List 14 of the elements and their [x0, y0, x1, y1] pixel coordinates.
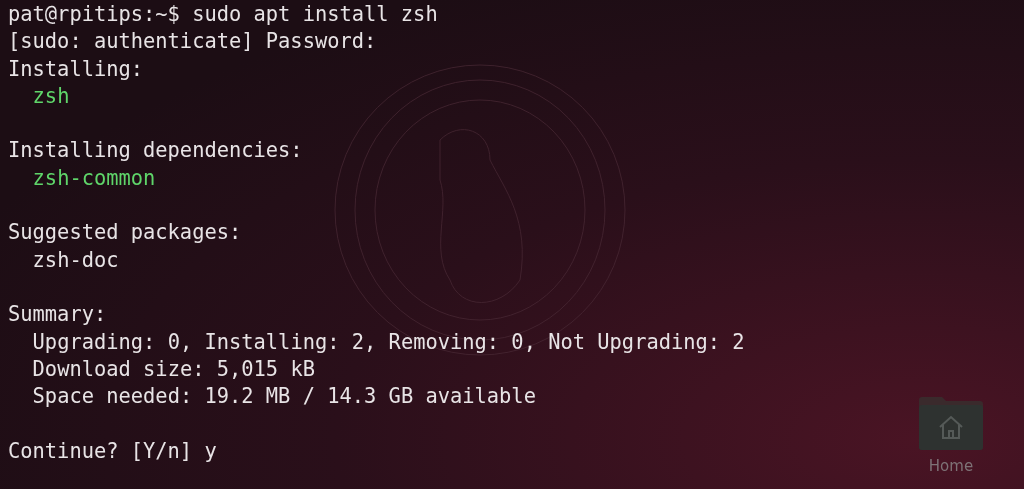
terminal-line: zsh-common: [32, 164, 156, 192]
terminal-line: [sudo: authenticate] Password:: [8, 28, 377, 56]
terminal-line: Continue? [Y/n] y: [8, 437, 217, 465]
icon-label: Home: [928, 457, 974, 475]
terminal-line: Installing dependencies:: [8, 137, 303, 165]
terminal-line: Suggested packages:: [8, 219, 242, 247]
terminal-line: Download size: 5,015 kB: [32, 355, 315, 383]
terminal-line: zsh-doc: [32, 246, 119, 274]
terminal-line: zsh: [32, 82, 70, 110]
terminal-line: pat@rpitips:~$ sudo apt install zsh: [8, 1, 438, 28]
terminal-line: Upgrading: 0, Installing: 2, Removing: 0, Not Upgrading: 2: [32, 328, 745, 356]
terminal-line: Installing:: [8, 55, 144, 83]
terminal-line: Space needed: 19.2 MB / 14.3 GB available: [32, 383, 536, 411]
terminal-line: Summary:: [8, 301, 107, 329]
